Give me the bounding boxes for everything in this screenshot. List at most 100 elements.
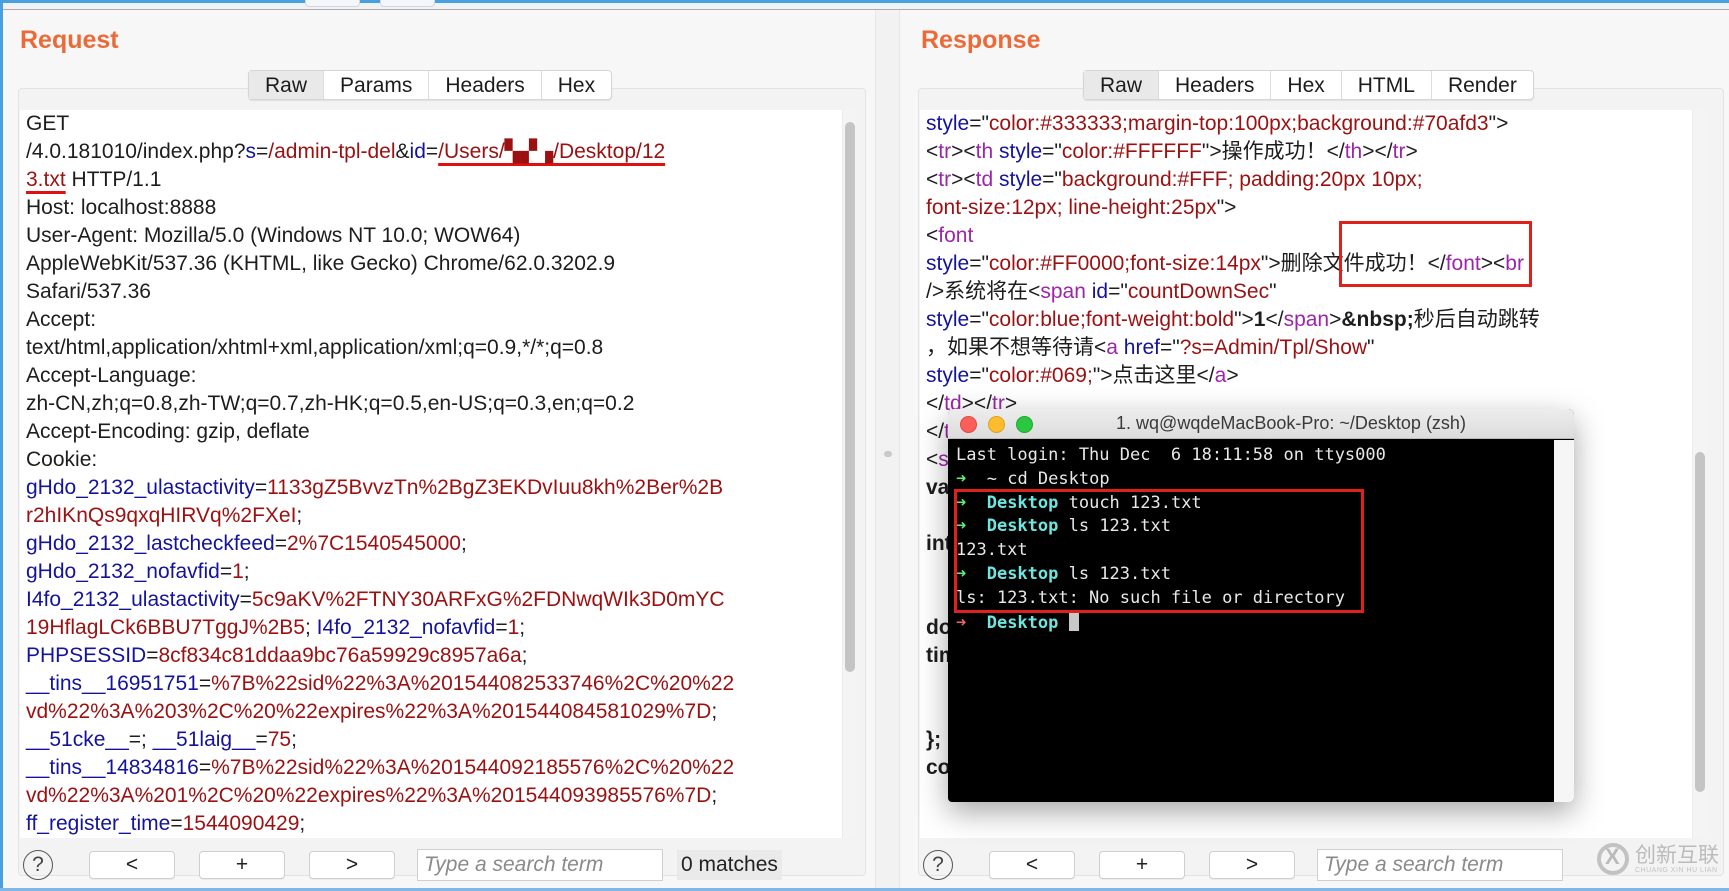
code-token: __51laig__ — [152, 728, 256, 751]
response-search-bar: ? < + > — [923, 848, 1563, 882]
code-token: ">点击这里</ — [1092, 364, 1215, 387]
code-token: __tins__16951751 — [26, 672, 199, 695]
code-token: = — [198, 672, 212, 695]
code-token: color:#333333;margin-top:100px;backgroun… — [988, 112, 1489, 135]
watermark-logo-icon — [1597, 843, 1629, 875]
code-token: Accept-Encoding: gzip, deflate — [26, 420, 310, 443]
response-scrollbar[interactable] — [1692, 110, 1706, 838]
prompt-dir: ~ — [986, 468, 997, 489]
code-token: font — [1445, 252, 1481, 275]
code-token: />系统将在< — [926, 280, 1041, 303]
request-tab-params[interactable]: Params — [324, 71, 430, 99]
prompt-dir: Desktop — [986, 612, 1059, 633]
request-next-match-button[interactable]: > — [309, 851, 395, 879]
code-token: >< — [951, 140, 976, 163]
response-tab-render[interactable]: Render — [1432, 71, 1533, 99]
response-search-input[interactable] — [1317, 849, 1563, 881]
request-scrollbar-thumb[interactable] — [845, 122, 855, 672]
code-line: vd%22%3A%203%2C%20%22expires%22%3A%20154… — [26, 698, 836, 726]
code-token: zh-CN,zh;q=0.8,zh-TW;q=0.7,zh-HK;q=0.5,e… — [26, 392, 635, 415]
window-top-bar — [0, 0, 1729, 10]
code-token: ，如果不想等待请< — [926, 336, 1107, 359]
terminal-output[interactable]: Last login: Thu Dec 6 18:11:58 on ttys00… — [948, 440, 1554, 802]
code-token: </ — [926, 392, 945, 415]
terminal-line: ➜ Desktop ls 123.txt — [956, 563, 1546, 587]
response-tab-headers[interactable]: Headers — [1159, 71, 1272, 99]
code-line: __tins__16951751=%7B%22sid%22%3A%2015440… — [26, 670, 836, 698]
code-line: 3.txt HTTP/1.1 — [26, 166, 836, 194]
code-line: vd%22%3A%201%2C%20%22expires%22%3A%20154… — [26, 782, 836, 810]
code-token: =" — [1042, 140, 1062, 163]
code-token: span — [1040, 280, 1086, 303]
code-token: gHdo_2132_nofavfid — [26, 560, 220, 583]
response-next-match-button[interactable]: > — [1209, 851, 1295, 879]
code-token: = — [198, 756, 212, 779]
code-token: </ — [926, 420, 945, 443]
help-icon[interactable]: ? — [923, 850, 953, 880]
code-token: = — [425, 140, 439, 163]
request-tab-raw[interactable]: Raw — [249, 71, 325, 99]
request-search-input[interactable] — [417, 849, 663, 881]
terminal-line: ➜ Desktop ls 123.txt — [956, 515, 1546, 539]
code-token: Accept: — [26, 308, 97, 331]
response-tab-hex[interactable]: Hex — [1271, 71, 1342, 99]
code-token: countDownSec — [1127, 280, 1270, 303]
request-add-button[interactable]: + — [199, 851, 285, 879]
request-title: Request — [20, 26, 119, 54]
code-token: < — [926, 168, 939, 191]
code-line: style="color:#333333;margin-top:100px;ba… — [926, 110, 1686, 138]
code-token: >< — [1480, 252, 1506, 275]
code-token: = — [255, 728, 268, 751]
code-token: ">操作成功！</ — [1201, 140, 1345, 163]
code-token: = — [219, 560, 233, 583]
request-tab-headers[interactable]: Headers — [429, 71, 542, 99]
code-token: ; — [243, 560, 250, 583]
code-token: & — [395, 140, 410, 163]
code-token: tr — [1392, 140, 1406, 163]
code-token: ; — [711, 784, 718, 807]
response-tab-raw[interactable]: Raw — [1084, 71, 1160, 99]
code-token: ; — [299, 812, 306, 835]
code-line: <font — [926, 222, 1686, 250]
code-token: gHdo_2132_ulastactivity — [26, 476, 255, 499]
request-prev-match-button[interactable]: < — [89, 851, 175, 879]
terminal-line: ➜ ~ cd Desktop — [956, 468, 1546, 492]
pane-splitter[interactable] — [875, 10, 900, 888]
code-token: vd%22%3A%203%2C%20%22expires%22%3A%20154… — [26, 700, 712, 723]
response-add-button[interactable]: + — [1099, 851, 1185, 879]
code-line: style="color:blue;font-weight:bold">1</s… — [926, 306, 1686, 334]
response-scrollbar-thumb[interactable] — [1695, 452, 1705, 792]
splitter-grip[interactable] — [884, 451, 892, 457]
terminal-scrollbar[interactable] — [1554, 440, 1574, 802]
code-token: 75 — [267, 728, 292, 751]
code-token: = — [170, 812, 183, 835]
code-token: =" — [1042, 168, 1062, 191]
toolbar-button-partial[interactable] — [380, 0, 435, 7]
terminal-titlebar[interactable]: 1. wq@wqdeMacBook-Pro: ~/Desktop (zsh) — [948, 409, 1574, 439]
code-line: gHdo_2132_ulastactivity=1133gZ5BvvzTn%2B… — [26, 474, 836, 502]
request-scrollbar[interactable] — [842, 110, 856, 838]
response-prev-match-button[interactable]: < — [989, 851, 1075, 879]
code-line: User-Agent: Mozilla/5.0 (Windows NT 10.0… — [26, 222, 836, 250]
help-icon[interactable]: ? — [23, 850, 53, 880]
code-line: __51cke__=; __51laig__=75; — [26, 726, 836, 754]
response-tab-html[interactable]: HTML — [1342, 71, 1432, 99]
code-line: <tr><th style="color:#FFFFFF">操作成功！</th>… — [926, 138, 1686, 166]
toolbar-button-partial[interactable] — [305, 0, 360, 7]
terminal-window[interactable]: 1. wq@wqdeMacBook-Pro: ~/Desktop (zsh) L… — [948, 409, 1574, 802]
code-token: %7B%22sid%22%3A%201544092185576%2C%20%22 — [211, 756, 735, 779]
code-token: vd%22%3A%201%2C%20%22expires%22%3A%20154… — [26, 784, 712, 807]
terminal-title: 1. wq@wqdeMacBook-Pro: ~/Desktop (zsh) — [1116, 413, 1466, 433]
code-token: >< — [951, 168, 976, 191]
code-token: PHPSESSID — [26, 644, 147, 667]
code-line: ff_register_time=1544090429; — [26, 810, 836, 838]
request-tab-hex[interactable]: Hex — [542, 71, 611, 99]
response-tabs: Raw Headers Hex HTML Render — [1083, 70, 1534, 100]
code-token: Host: localhost:8888 — [26, 196, 217, 219]
request-raw-editor[interactable]: GET/4.0.181010/index.php?s=/admin-tpl-de… — [20, 110, 842, 838]
code-token: background:#FFF; padding:20px 10px; — [1061, 168, 1423, 191]
code-token: =" — [969, 252, 989, 275]
code-token: /4.0.181010/index.php? — [26, 140, 246, 163]
code-token: = — [254, 476, 268, 499]
code-token: I4fo_2132_ulastactivity — [26, 588, 240, 611]
